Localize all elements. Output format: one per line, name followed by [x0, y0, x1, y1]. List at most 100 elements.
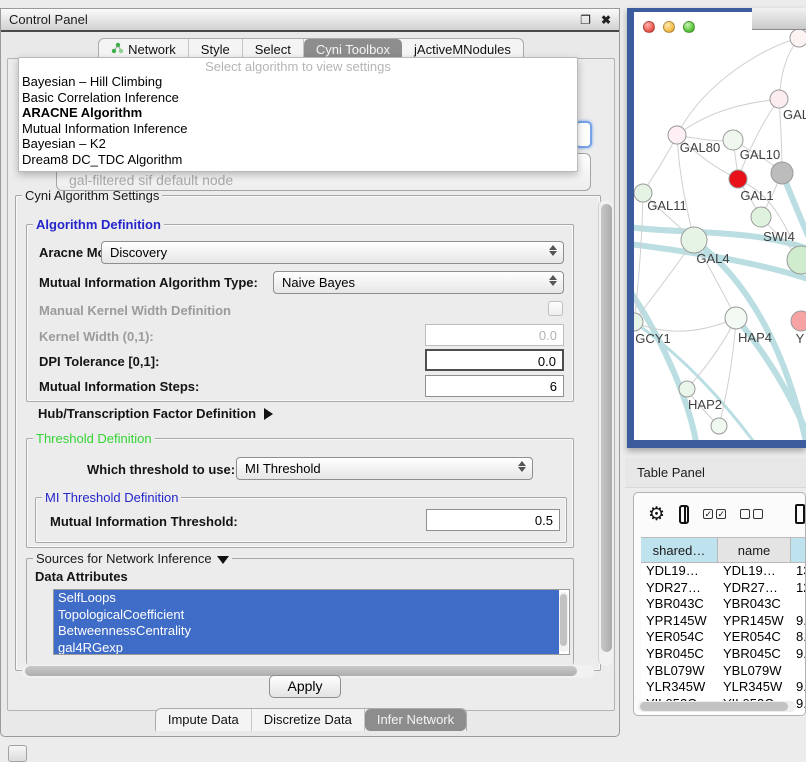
dropdown-item[interactable]: Basic Correlation Inference: [19, 90, 577, 106]
attribute-list-item[interactable]: SelfLoops: [54, 590, 559, 607]
manual-kernel-checkbox[interactable]: [548, 301, 563, 316]
sources-title[interactable]: Sources for Network Inference: [33, 551, 232, 566]
network-selector-value: gal-filtered sif default node: [69, 172, 233, 188]
table-horizontal-scrollbar[interactable]: [638, 701, 796, 712]
aracne-mode-value: Discovery: [110, 245, 167, 260]
table-row[interactable]: YDL19…YDL19…13: [641, 563, 806, 580]
gear-icon[interactable]: ⚙: [648, 505, 665, 524]
minimize-window-icon[interactable]: [663, 21, 675, 33]
hub-definition-toggle[interactable]: Hub/Transcription Factor Definition: [38, 406, 273, 421]
sources-title-text: Sources for Network Inference: [36, 551, 212, 566]
network-node-gal4[interactable]: [681, 227, 707, 253]
table-cell: YDL19…: [718, 563, 791, 580]
tab-label: Style: [201, 42, 230, 57]
mi-threshold-input[interactable]: 0.5: [426, 509, 560, 531]
columns-icon[interactable]: [679, 505, 689, 524]
combo-spinner-icon: [549, 275, 558, 286]
network-node-gal[interactable]: [770, 90, 788, 108]
window-title: Control Panel: [9, 12, 88, 27]
mi-algorithm-type-combo[interactable]: Naive Bayes: [273, 271, 564, 294]
close-icon[interactable]: ✖: [601, 14, 611, 26]
network-node-swi4[interactable]: [787, 246, 806, 274]
threshold-definition-title: Threshold Definition: [33, 431, 155, 446]
dpi-tolerance-input[interactable]: 0.0: [425, 349, 564, 371]
network-node-label: SWI4: [763, 229, 795, 244]
network-node-y[interactable]: [791, 311, 806, 331]
table-row[interactable]: YER054CYER054C8.: [641, 629, 806, 646]
close-window-icon[interactable]: [643, 21, 655, 33]
dropdown-item[interactable]: Mutual Information Inference: [19, 121, 577, 137]
table-cell: YER054C: [718, 629, 791, 646]
table-cell: 12: [791, 580, 806, 597]
mi-steps-input[interactable]: 6: [425, 375, 564, 397]
table-cell: YDL19…: [641, 563, 718, 580]
bottom-tab-impute-data[interactable]: Impute Data: [156, 709, 252, 731]
tab-label: jActiveMNodules: [414, 42, 511, 57]
attribute-list-item[interactable]: gal4RGexp: [54, 640, 559, 656]
dropdown-item[interactable]: Bayesian – Hill Climbing: [19, 74, 577, 90]
combo-spinner-icon: [549, 245, 558, 256]
dropdown-item[interactable]: ARACNE Algorithm: [19, 105, 577, 121]
network-node-hap4[interactable]: [725, 307, 747, 329]
deselect-all-icon[interactable]: [740, 509, 763, 519]
dpi-tolerance-label: DPI Tolerance [0,1]:: [39, 354, 159, 369]
table-row[interactable]: YBL079WYBL079W: [641, 663, 806, 680]
network-node-label: GCY1: [635, 331, 670, 346]
column-header[interactable]: [791, 538, 806, 562]
table-cell: 9.: [791, 613, 806, 630]
kernel-width-input[interactable]: 0.0: [425, 324, 564, 346]
network-node[interactable]: [790, 29, 806, 47]
column-header[interactable]: name: [718, 538, 791, 562]
column-header[interactable]: shared…: [641, 538, 718, 562]
network-node-hap2[interactable]: [679, 381, 695, 397]
network-node-label: HAP2: [688, 397, 722, 412]
sources-group: Sources for Network Inference Data Attri…: [26, 558, 574, 664]
apply-button[interactable]: Apply: [269, 675, 341, 698]
table-row[interactable]: YLR345WYLR345W9.: [641, 679, 806, 696]
tab-label: Network: [128, 42, 176, 57]
table-header-row: shared…name: [641, 538, 806, 563]
attribute-list-item[interactable]: TopologicalCoefficient: [54, 607, 559, 624]
mi-algorithm-type-label: Mutual Information Algorithm Type:: [39, 275, 258, 290]
aracne-mode-combo[interactable]: Discovery: [101, 241, 564, 264]
bottom-tab-infer-network[interactable]: Infer Network: [365, 709, 466, 731]
mi-threshold-definition-group: MI Threshold Definition Mutual Informati…: [35, 497, 567, 543]
export-table-icon[interactable]: [795, 504, 805, 524]
network-node-gal1[interactable]: [751, 207, 771, 227]
table-cell: YBL079W: [641, 663, 718, 680]
attribute-list-item[interactable]: BetweennessCentrality: [54, 623, 559, 640]
screen: Control Panel ❐ ✖ NetworkStyleSelectCyni…: [0, 0, 806, 762]
dropdown-item[interactable]: Bayesian – K2: [19, 136, 577, 152]
table-panel-titlebar[interactable]: Table Panel: [625, 458, 806, 488]
table-row[interactable]: YPR145WYPR145W9.: [641, 613, 806, 630]
float-window-icon[interactable]: ❐: [580, 14, 591, 26]
table-row[interactable]: YBR043CYBR043C: [641, 596, 806, 613]
table-cell: 13: [791, 563, 806, 580]
table-row[interactable]: YDR27…YDR27…12: [641, 580, 806, 597]
control-panel-titlebar[interactable]: Control Panel ❐ ✖: [1, 9, 619, 32]
list-scrollbar[interactable]: [559, 592, 568, 652]
background-titlebar-fragment: [752, 8, 806, 30]
table-panel-title: Table Panel: [637, 465, 705, 480]
table-panel-frame: ⚙ ✓✓ shared…name YDL19…YDL19…13YDR27…YDR…: [633, 492, 806, 716]
network-node[interactable]: [729, 170, 747, 188]
table-cell: YBR045C: [641, 646, 718, 663]
zoom-window-icon[interactable]: [683, 21, 695, 33]
table-cell: YBR043C: [718, 596, 791, 613]
network-node[interactable]: [771, 162, 793, 184]
table-cell: YBL079W: [718, 663, 791, 680]
table-row[interactable]: YBR045CYBR045C9.: [641, 646, 806, 663]
panel-corner-button[interactable]: [8, 745, 27, 762]
select-all-icon[interactable]: ✓✓: [703, 509, 726, 519]
network-canvas[interactable]: GALGAL80GAL10GAL1GAL11SWI4GAL4GCY1HAP4YH…: [634, 12, 806, 440]
tab-label: Select: [255, 42, 291, 57]
settings-vertical-scrollbar[interactable]: [598, 200, 613, 666]
tab-label: Discretize Data: [264, 712, 352, 727]
table-cell: YBR045C: [718, 646, 791, 663]
dropdown-item[interactable]: Dream8 DC_TDC Algorithm: [19, 152, 577, 168]
data-attributes-list[interactable]: SelfLoopsTopologicalCoefficientBetweenne…: [53, 589, 570, 655]
network-node[interactable]: [711, 418, 727, 434]
bottom-tab-discretize-data[interactable]: Discretize Data: [252, 709, 365, 731]
which-threshold-combo[interactable]: MI Threshold: [236, 457, 533, 480]
table-cell: YDR27…: [718, 580, 791, 597]
